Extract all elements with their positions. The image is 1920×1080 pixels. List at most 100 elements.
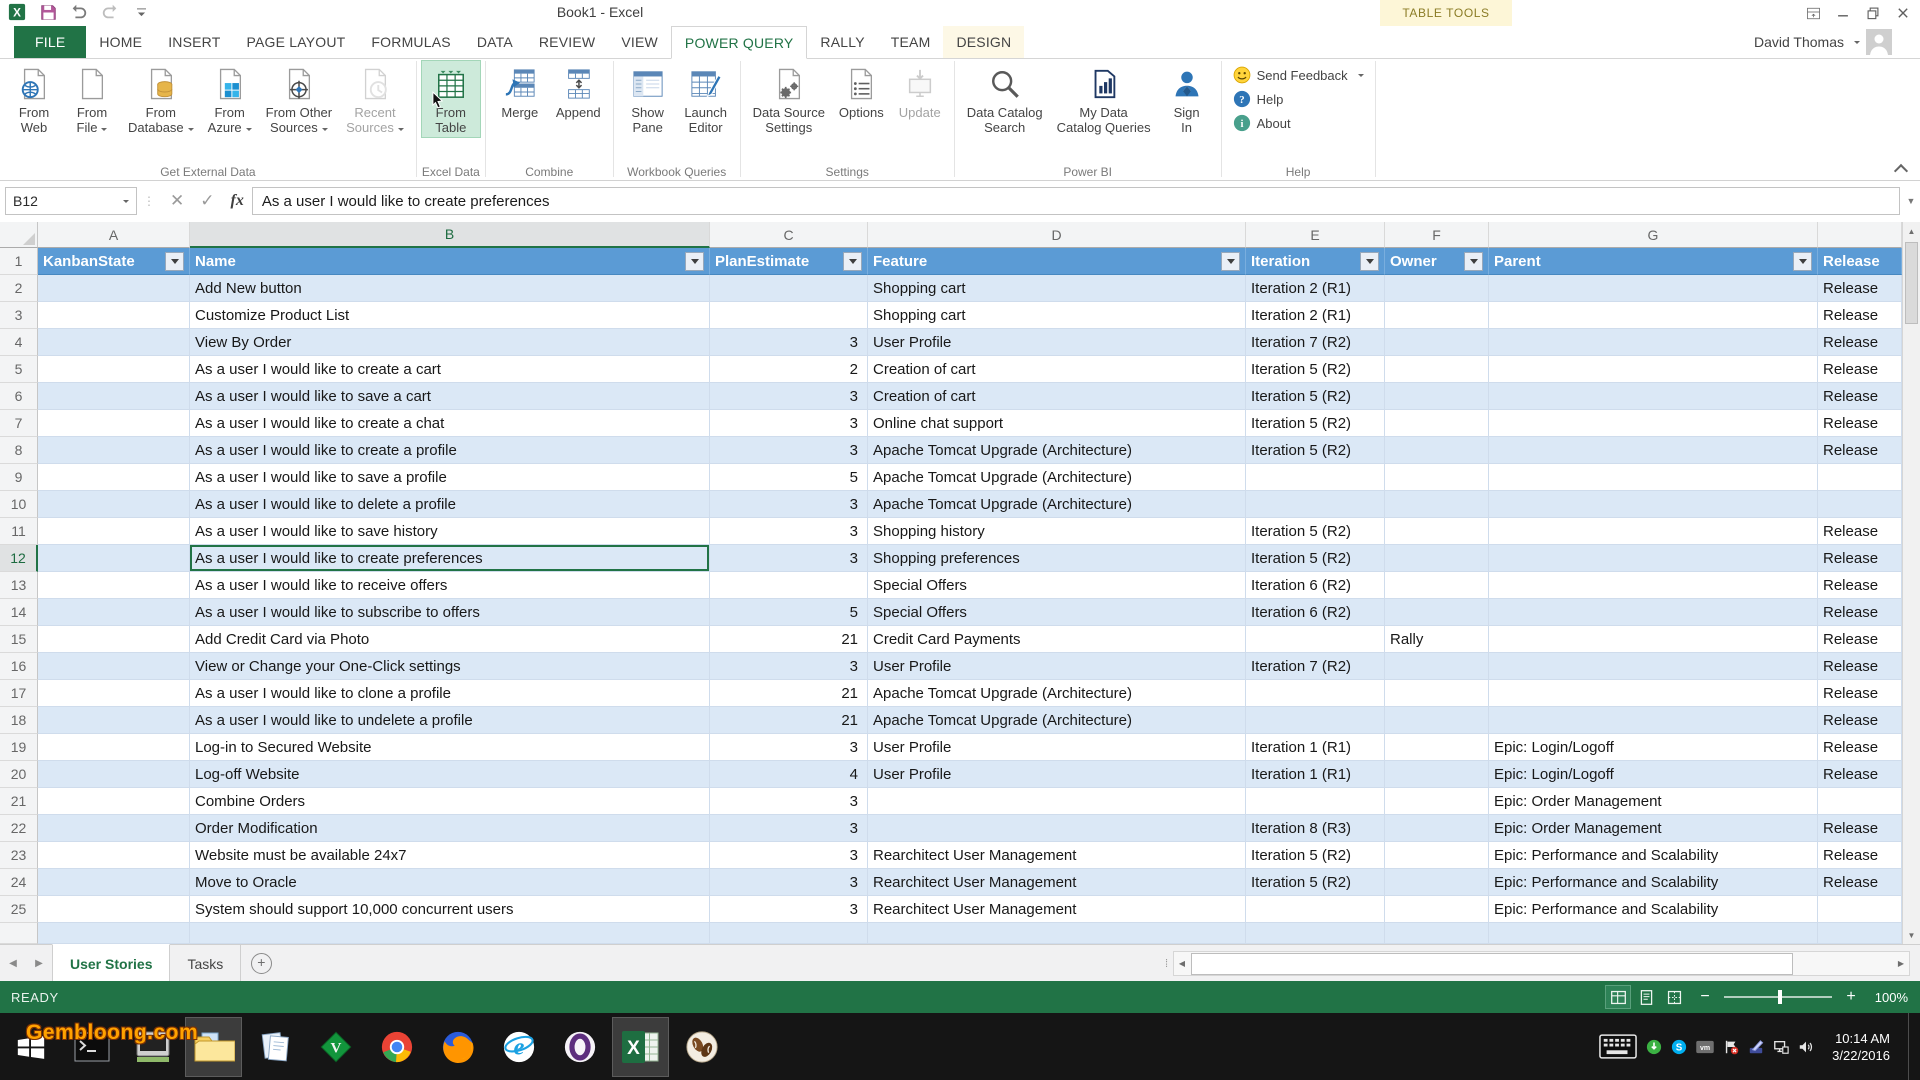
cell[interactable]	[1385, 599, 1489, 626]
options-button[interactable]: Options	[832, 61, 891, 122]
cell[interactable]: Iteration 8 (R3)	[1246, 815, 1385, 842]
show-desktop-button[interactable]	[1908, 1013, 1916, 1080]
cell[interactable]: Log-off Website	[190, 761, 710, 788]
cell[interactable]: Iteration 6 (R2)	[1246, 572, 1385, 599]
cell[interactable]: Apache Tomcat Upgrade (Architecture)	[868, 680, 1246, 707]
cell[interactable]	[38, 788, 190, 815]
cell[interactable]: Release	[1818, 815, 1902, 842]
tab-team[interactable]: TEAM	[878, 26, 944, 58]
cell[interactable]: 3	[710, 734, 868, 761]
row-header-3[interactable]: 3	[0, 302, 38, 329]
cell[interactable]	[1385, 923, 1489, 944]
cell[interactable]: As a user I would like to save history	[190, 518, 710, 545]
cell[interactable]: Release	[1818, 761, 1902, 788]
about-button[interactable]: iAbout	[1233, 113, 1364, 133]
sheet-prev-icon[interactable]: ◀	[0, 945, 26, 982]
row-header-13[interactable]: 13	[0, 572, 38, 599]
cell[interactable]: 3	[710, 896, 868, 923]
from-file-button[interactable]: FromFile	[63, 61, 121, 137]
cell[interactable]: Iteration 5 (R2)	[1246, 383, 1385, 410]
cell[interactable]: 21	[710, 707, 868, 734]
row-header-10[interactable]: 10	[0, 491, 38, 518]
formula-input[interactable]: As a user I would like to create prefere…	[252, 187, 1900, 215]
cell[interactable]: Release	[1818, 410, 1902, 437]
cell[interactable]: As a user I would like to save a profile	[190, 464, 710, 491]
ribbon-options-button[interactable]	[1798, 1, 1828, 25]
cell[interactable]: Iteration 7 (R2)	[1246, 653, 1385, 680]
cell[interactable]	[1385, 383, 1489, 410]
table-header-iteration[interactable]: Iteration	[1246, 248, 1385, 275]
cell[interactable]: As a user I would like to create a cart	[190, 356, 710, 383]
column-header-partial[interactable]	[1818, 222, 1902, 248]
row-header-12[interactable]: 12	[0, 545, 38, 572]
tab-file[interactable]: FILE	[14, 26, 86, 58]
table-header-name[interactable]: Name	[190, 248, 710, 275]
cell[interactable]: 3	[710, 842, 868, 869]
cell[interactable]: Release	[1818, 599, 1902, 626]
cell[interactable]	[38, 545, 190, 572]
filter-dropdown-icon[interactable]	[165, 252, 184, 271]
cell[interactable]: Epic: Order Management	[1489, 815, 1818, 842]
cell[interactable]: Log-in to Secured Website	[190, 734, 710, 761]
cell[interactable]: User Profile	[868, 761, 1246, 788]
cell[interactable]: Iteration 1 (R1)	[1246, 761, 1385, 788]
cell[interactable]: 3	[710, 437, 868, 464]
cell[interactable]	[1489, 545, 1818, 572]
help-button[interactable]: ?Help	[1233, 89, 1364, 109]
minimize-button[interactable]	[1828, 1, 1858, 25]
taskbar-internet-explorer-button[interactable]: e	[491, 1018, 546, 1076]
cell[interactable]: Release	[1818, 302, 1902, 329]
vertical-scroll-thumb[interactable]	[1905, 242, 1918, 324]
tab-review[interactable]: REVIEW	[526, 26, 608, 58]
row-header-16[interactable]: 16	[0, 653, 38, 680]
column-header-E[interactable]: E	[1246, 222, 1385, 248]
cell[interactable]	[38, 437, 190, 464]
tab-home[interactable]: HOME	[86, 26, 155, 58]
cell[interactable]	[1385, 572, 1489, 599]
cell[interactable]	[1385, 842, 1489, 869]
insert-function-icon[interactable]: fx	[231, 192, 244, 210]
cell[interactable]	[1385, 410, 1489, 437]
enter-icon[interactable]: ✓	[200, 191, 214, 211]
taskbar-chrome-button[interactable]	[369, 1018, 424, 1076]
cell[interactable]: Add New button	[190, 275, 710, 302]
tab-page-layout[interactable]: PAGE LAYOUT	[233, 26, 358, 58]
cell[interactable]	[38, 410, 190, 437]
taskbar-notepad-button[interactable]	[247, 1018, 302, 1076]
cell[interactable]	[38, 518, 190, 545]
row-header-24[interactable]: 24	[0, 869, 38, 896]
row-header-21[interactable]: 21	[0, 788, 38, 815]
cell[interactable]	[1385, 707, 1489, 734]
filter-dropdown-icon[interactable]	[685, 252, 704, 271]
cell[interactable]: Release	[1818, 707, 1902, 734]
cell[interactable]: Release	[1818, 626, 1902, 653]
cell[interactable]: Shopping preferences	[868, 545, 1246, 572]
cell[interactable]: Rearchitect User Management	[868, 869, 1246, 896]
cell[interactable]	[1385, 896, 1489, 923]
row-header-23[interactable]: 23	[0, 842, 38, 869]
merge-button[interactable]: Merge	[491, 61, 549, 122]
cell[interactable]	[1489, 653, 1818, 680]
cell[interactable]: Special Offers	[868, 599, 1246, 626]
cell[interactable]	[1385, 518, 1489, 545]
taskbar-clock[interactable]: 10:14 AM3/22/2016	[1823, 1030, 1899, 1064]
cell[interactable]	[1246, 923, 1385, 944]
filter-dropdown-icon[interactable]	[843, 252, 862, 271]
cell[interactable]	[710, 572, 868, 599]
cell[interactable]: Apache Tomcat Upgrade (Architecture)	[868, 707, 1246, 734]
page-layout-view-button[interactable]	[1634, 986, 1658, 1008]
column-header-A[interactable]: A	[38, 222, 190, 248]
cell[interactable]	[1385, 545, 1489, 572]
cell[interactable]	[1385, 788, 1489, 815]
cell[interactable]: 3	[710, 653, 868, 680]
from-azure-button[interactable]: FromAzure	[201, 61, 259, 137]
cell[interactable]	[1489, 680, 1818, 707]
zoom-slider[interactable]	[1724, 996, 1832, 998]
cell[interactable]	[38, 869, 190, 896]
filter-dropdown-icon[interactable]	[1360, 252, 1379, 271]
cell[interactable]: 3	[710, 329, 868, 356]
cell[interactable]	[38, 356, 190, 383]
cell[interactable]	[38, 761, 190, 788]
tray-sync-icon[interactable]	[1646, 1039, 1662, 1055]
scroll-down-icon[interactable]: ▼	[1903, 926, 1920, 944]
